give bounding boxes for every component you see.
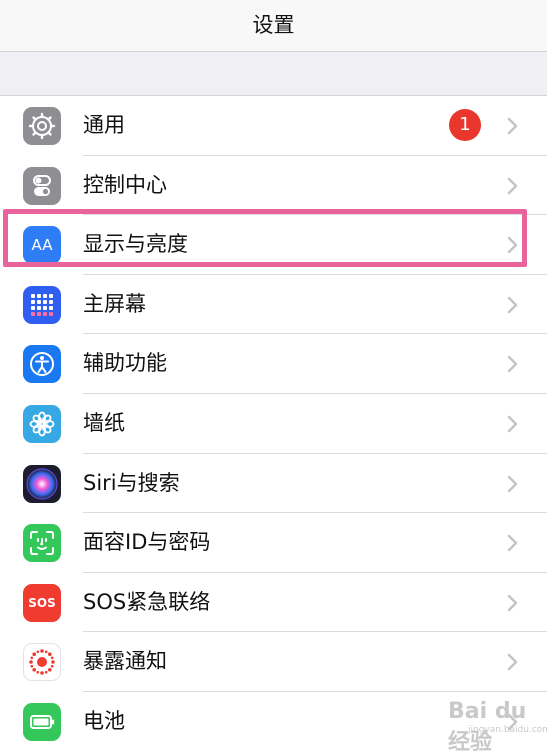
watermark-url: jingyan.baidu.com [468, 725, 547, 735]
settings-row-emergency-sos[interactable]: SOS SOS紧急联络 [0, 573, 547, 633]
chevron-right-icon [507, 296, 518, 313]
chevron-right-icon [507, 415, 518, 433]
settings-row-label: 通用 [83, 113, 125, 137]
battery-icon [23, 702, 61, 741]
chevron-right-icon [507, 117, 518, 135]
chevron-right-icon [507, 356, 518, 373]
settings-row-face-id-passcode[interactable]: 面容ID与密码 [0, 513, 547, 573]
flower-icon [23, 404, 61, 443]
settings-row-control-center[interactable]: 控制中心 [0, 156, 547, 216]
settings-row-siri-search[interactable]: Siri与搜索 [0, 454, 547, 514]
siri-icon [23, 464, 61, 503]
navigation-bar: 设置 [0, 0, 547, 52]
face-id-icon [23, 524, 61, 563]
chevron-right-icon [507, 594, 518, 611]
settings-row-label: Siri与搜索 [83, 470, 180, 495]
settings-row-wallpaper[interactable]: 墙纸 [0, 394, 547, 454]
sos-icon: SOS [23, 583, 61, 622]
page-title: 设置 [252, 13, 295, 37]
settings-row-label: SOS紧急联络 [83, 589, 211, 614]
chevron-right-icon [507, 177, 518, 194]
sos-glyph: SOS [28, 595, 56, 610]
chevron-right-icon [507, 654, 518, 671]
chevron-right-icon [507, 534, 518, 552]
gear-icon [23, 107, 61, 145]
section-gap [0, 52, 547, 96]
settings-row-label: 电池 [83, 708, 125, 733]
settings-row-label: 面容ID与密码 [83, 530, 211, 555]
highlight-frame [3, 209, 527, 267]
settings-row-label: 控制中心 [83, 172, 167, 197]
exposure-notification-icon [23, 643, 61, 682]
settings-list: 通用 1 控制中心 AA 显示与亮度 主屏幕 辅助功能 墙纸 Siri与搜索 面… [0, 96, 547, 752]
settings-row-exposure-notifications[interactable]: 暴露通知 [0, 632, 547, 692]
settings-row-accessibility[interactable]: 辅助功能 [0, 334, 547, 394]
settings-row-label: 主屏幕 [83, 291, 146, 316]
settings-row-general[interactable]: 通用 1 [0, 96, 547, 156]
settings-row-home-screen[interactable]: 主屏幕 [0, 275, 547, 335]
app-grid-icon [23, 285, 61, 324]
notification-badge: 1 [449, 109, 481, 141]
chevron-right-icon [507, 475, 518, 492]
settings-row-label: 暴露通知 [83, 649, 167, 674]
settings-row-label: 辅助功能 [83, 351, 167, 376]
settings-row-label: 墙纸 [83, 410, 125, 435]
toggle-switches-icon [23, 166, 61, 205]
accessibility-icon [23, 345, 61, 384]
